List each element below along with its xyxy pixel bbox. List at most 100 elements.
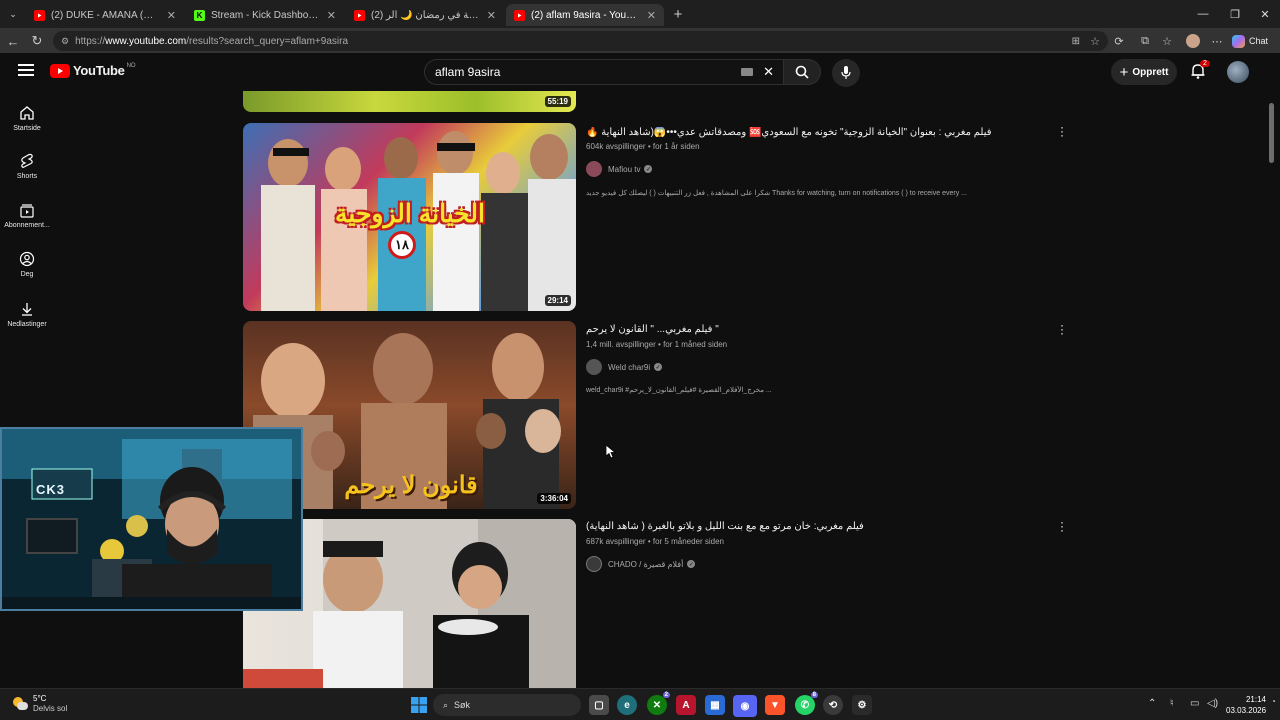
youtube-logo[interactable]: YouTube NO [50,63,136,78]
tab-close-icon[interactable]: ✕ [487,9,496,22]
channel-avatar [586,359,602,375]
video-title[interactable]: 🔥 ومصدقاتش عدي•••😱(شاهد النهاية 🆘فيلم مغ… [586,127,1026,138]
partly-sunny-icon [12,697,28,711]
tab-close-icon[interactable]: ✕ [647,9,656,22]
extensions-icon[interactable]: ⟳ [1110,32,1128,50]
adobe-app-icon[interactable]: A [676,695,696,715]
keyboard-icon[interactable] [741,68,753,76]
video-title[interactable]: فيلم مغربي: خان مرتو مع مع بنت الليل و ب… [586,521,1026,532]
verified-check-icon: ✓ [644,165,653,173]
channel-row[interactable]: CHADO / أفلام قصيرة ✓ [586,556,696,572]
voice-search-button[interactable] [832,59,860,87]
webcam-overlay: CK3 [0,427,303,611]
channel-row[interactable]: Weld char9i ✓ [586,359,663,375]
account-avatar[interactable] [1227,61,1249,83]
tab-search-dropdown-icon[interactable]: ⌄ [4,5,22,23]
edge-browser-icon[interactable]: e [617,695,637,715]
tab-aflam-9asira[interactable]: (2) aflam 9asira - YouTube ✕ [506,4,664,26]
sidebar-item-downloads[interactable]: Nedlastinger [4,301,50,328]
verified-check-icon: ✓ [687,560,696,568]
browser-tab-strip: ⌄ (2) DUKE - AMANA (Official Lyric Vide … [0,0,1280,28]
mouse-cursor-icon [606,445,616,459]
search-button[interactable] [783,59,821,85]
microphone-tray-icon[interactable]: ♮ [1170,698,1174,709]
sidebar-item-you[interactable]: Deg [4,251,50,278]
video-more-icon[interactable]: · · · [1058,516,1066,536]
video-thumbnail[interactable]: الخيانة الزوجية ١٨ 29:14 [243,123,576,311]
screen: ⌄ (2) DUKE - AMANA (Official Lyric Vide … [0,0,1280,720]
thumbnail-caption: الخيانة الزوجية [335,200,485,228]
video-title[interactable]: فيلم مغربي... " القانون لا يرحم " [586,324,1026,335]
you-icon [19,251,35,267]
sidebar-item-home[interactable]: Startside [4,105,50,132]
tab-close-icon[interactable]: ✕ [167,9,176,22]
profile-avatar[interactable] [1184,32,1202,50]
sidebar-item-subscriptions[interactable]: Abonnement... [4,202,50,229]
create-button[interactable]: + Opprett [1111,59,1177,85]
new-tab-button[interactable]: + [669,5,687,23]
puzzle-icon[interactable]: ⧉ [1136,32,1154,50]
window-close-icon[interactable]: ✕ [1248,0,1280,28]
youtube-logo-icon [50,63,70,78]
restore-icon[interactable]: ❐ [1218,0,1252,28]
volume-icon[interactable]: ◁) [1207,698,1218,709]
xbox-icon[interactable]: ✕ 2 [647,692,670,715]
streaming-app-icon[interactable]: ⟲ [823,695,843,715]
minimize-icon[interactable]: — [1186,0,1220,28]
favorites-icon[interactable]: ☆ [1158,32,1176,50]
menu-icon[interactable] [18,63,34,77]
video-description: شكرا على المشاهدة , فعل زر التنبيهات ( )… [586,190,967,197]
download-icon [22,303,32,316]
search-input[interactable]: aflam 9asira ✕ [424,59,784,85]
microsoft-store-icon[interactable]: ▦ [705,695,725,715]
bookmark-star-icon[interactable]: ☆ [1090,35,1100,48]
page-scrollbar[interactable] [1268,95,1276,683]
video-more-icon[interactable]: · · · [1058,121,1066,141]
taskbar-search-box[interactable]: ⌕ Søk [433,694,581,716]
channel-avatar [586,556,602,572]
more-menu-icon[interactable]: ⋯ [1208,32,1226,50]
back-icon[interactable]: ← [4,32,22,50]
tab-ramadan-video[interactable]: (2) وجبة الضخامة في رمضان 🌙 الر ✕ [346,4,504,26]
notifications-button[interactable]: 2 [1190,60,1210,81]
brave-browser-icon[interactable]: ▼ [765,695,785,715]
reload-icon[interactable]: ↻ [28,32,46,50]
video-meta: 604k avspillinger • for 1 år siden [586,142,700,151]
tab-duke-amana[interactable]: (2) DUKE - AMANA (Official Lyric Vide ✕ [26,4,184,26]
scrollbar-thumb[interactable] [1269,103,1274,163]
video-meta: 687k avspillinger • for 5 måneder siden [586,537,724,546]
tab-kick-dashboard[interactable]: K Stream - Kick Dashboard ✕ [186,4,344,26]
subscriptions-icon [20,204,34,218]
system-clock[interactable]: 21:14 03.03.2026 [1226,694,1266,716]
sidebar-item-shorts[interactable]: Shorts [4,153,50,180]
address-bar[interactable]: ⚙ https://www.youtube.com/results?search… [53,31,1108,51]
weather-widget[interactable]: 5°C Delvis sol [12,694,67,714]
windows-start-icon[interactable] [409,695,429,715]
install-app-icon[interactable]: ⊞ [1072,36,1080,47]
settings-gear-icon[interactable]: ⚙ [852,695,872,715]
whatsapp-icon[interactable]: ✆ 8 [795,692,818,715]
mic-icon [841,66,851,79]
youtube-icon [34,9,45,21]
task-view-icon[interactable]: ▢ [589,695,609,715]
youtube-icon [354,9,365,21]
notification-bell-icon[interactable]: ◔ [1271,697,1276,706]
browser-toolbar: ← ↻ ⚙ https://www.youtube.com/results?se… [0,28,1280,53]
channel-avatar [586,161,602,177]
tab-close-icon[interactable]: ✕ [327,9,336,22]
copilot-chat-button[interactable]: Chat [1232,32,1268,50]
clear-search-icon[interactable]: ✕ [763,64,774,80]
site-info-icon[interactable]: ⚙ [61,36,69,47]
shorts-icon [21,153,33,169]
video-more-icon[interactable]: · · · [1058,319,1066,339]
tray-chevron-up-icon[interactable]: ⌃ [1148,698,1156,709]
age-18-badge: ١٨ [388,231,416,259]
thumbnail-caption: قانون لا يرحم [344,472,478,499]
copilot-icon [1232,34,1245,48]
webcam-feed-art [2,429,301,609]
video-thumbnail-partial[interactable]: 55:19 [243,91,576,112]
network-icon[interactable]: ▭ [1190,698,1199,709]
channel-row[interactable]: Mafiou tv ✓ [586,161,653,177]
discord-icon[interactable]: ◉ [733,695,757,717]
youtube-icon [514,9,525,21]
